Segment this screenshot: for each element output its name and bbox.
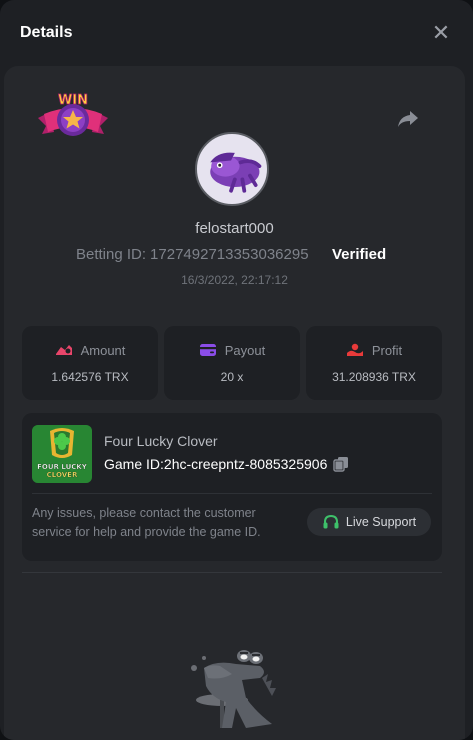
wallet-icon [199,344,216,356]
stat-profit-value: 31.208936 TRX [332,369,416,384]
amount-icon [55,345,72,355]
stat-profit-label: Profit [371,342,403,358]
crocodile-mascot-icon [191,650,276,728]
stat-amount-label: Amount [80,342,126,358]
stat-payout: Payout 20 x [164,326,300,400]
svg-text:FOUR LUCKY: FOUR LUCKY [37,463,88,471]
clover-icon: FOUR LUCKY CLOVER [32,425,92,483]
username: felostart000 [195,220,274,237]
details-body: WIN felostart000 Betting ID: 172749271335… [4,66,465,740]
win-badge-text: WIN [58,93,88,108]
modal-header: Details ✕ [0,0,473,66]
stat-amount-value: 1.642576 TRX [51,369,129,384]
section-divider [22,572,442,573]
stat-profit-head: Profit [346,343,402,358]
game-id-row: Game ID: 2hc-creepntz-8085325906 [104,456,349,472]
live-support-label: Live Support [345,515,417,529]
game-name: Four Lucky Clover [104,433,218,449]
game-id-value: 2hc-creepntz-8085325906 [163,456,328,472]
copy-icon[interactable] [333,456,349,472]
headset-icon [323,514,339,529]
stat-profit: Profit 31.208936 TRX [306,326,442,400]
details-modal: Details ✕ WIN felostart000 Betting ID: 1… [0,0,473,740]
win-badge-icon: WIN [38,93,108,136]
help-text: Any issues, please contact the customer … [32,506,261,539]
stat-payout-label: Payout [224,342,266,358]
stat-amount: Amount 1.642576 TRX [22,326,158,400]
live-support-button[interactable]: Live Support [307,508,431,536]
svg-text:CLOVER: CLOVER [47,471,78,479]
close-icon[interactable]: ✕ [429,21,453,45]
game-id-label: Game ID: [104,456,164,472]
share-icon[interactable] [396,106,420,130]
betting-id-value: 1727492713353036295 [150,246,309,263]
verified-label: Verified [332,246,387,263]
betting-id-row: Betting ID: 1727492713353036295 [76,246,309,263]
stat-amount-head: Amount [55,342,126,358]
avatar-image [210,152,262,193]
betting-id-label: Betting ID: [76,246,147,263]
game-thumbnail[interactable]: FOUR LUCKY CLOVER [32,425,92,483]
game-card: FOUR LUCKY CLOVER Four Lucky Clover Game… [22,413,442,561]
card-divider [32,493,432,494]
avatar [195,132,269,206]
stats-row: Amount 1.642576 TRX Payout 20 x Profit 3… [22,326,442,400]
modal-title: Details [20,24,73,41]
profit-icon [346,343,363,356]
stat-payout-value: 20 x [220,369,244,384]
stat-payout-head: Payout [199,343,265,358]
bet-datetime: 16/3/2022, 22:17:12 [181,273,288,287]
